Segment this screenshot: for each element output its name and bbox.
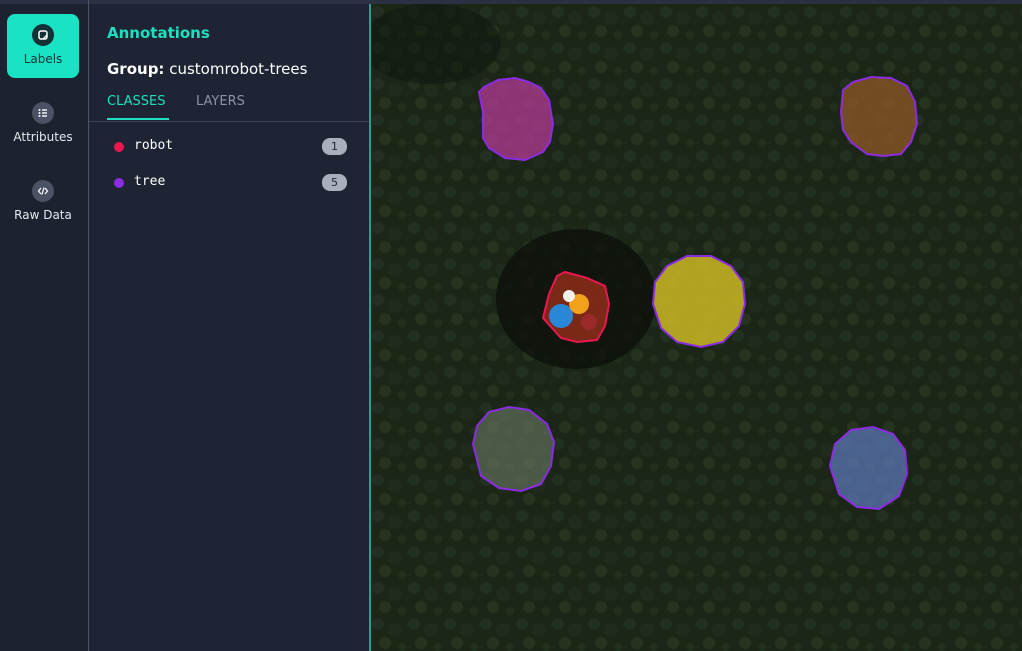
attributes-icon (32, 102, 54, 124)
group-label: Group: (107, 60, 165, 78)
active-tab-indicator (107, 118, 169, 120)
class-row-robot[interactable]: robot 1 (109, 135, 349, 157)
nav-raw-data-label: Raw Data (14, 208, 72, 222)
robot-body-red (581, 314, 597, 330)
tree-annotation-orange[interactable] (839, 75, 919, 158)
robot-body-blue (549, 304, 573, 328)
tree-annotation-yellow[interactable] (651, 255, 747, 349)
nav-labels[interactable]: Labels (7, 14, 79, 78)
nav-raw-data[interactable]: Raw Data (7, 170, 79, 234)
nav-attributes-label: Attributes (13, 130, 73, 144)
class-label: robot (134, 138, 174, 153)
group-value: customrobot-trees (169, 60, 308, 78)
tree-annotation-pink[interactable] (477, 76, 555, 162)
group-line: Group: customrobot-trees (107, 60, 307, 78)
tab-classes[interactable]: CLASSES (107, 94, 165, 109)
labels-icon (32, 24, 54, 46)
robot-body-white (563, 290, 575, 302)
robot-color-dot (114, 142, 124, 152)
code-icon (32, 180, 54, 202)
class-count-badge: 5 (322, 174, 347, 191)
nav-attributes[interactable]: Attributes (7, 92, 79, 156)
annotations-panel: Annotations Group: customrobot-trees CLA… (89, 4, 369, 651)
aerial-image-canvas[interactable] (371, 4, 1022, 651)
tab-layers[interactable]: LAYERS (196, 94, 245, 109)
image-viewer[interactable] (371, 4, 1022, 651)
tabs-divider (89, 121, 369, 122)
tree-annotation-gray[interactable] (471, 405, 556, 493)
nav-labels-label: Labels (23, 52, 63, 66)
tree-annotation-blue[interactable] (828, 425, 909, 511)
class-count-badge: 1 (322, 138, 347, 155)
left-nav-rail: Labels Attributes Raw Data (0, 0, 88, 651)
class-row-tree[interactable]: tree 5 (109, 171, 349, 193)
class-label: tree (134, 174, 166, 189)
tree-color-dot (114, 178, 124, 188)
panel-title: Annotations (107, 24, 210, 42)
